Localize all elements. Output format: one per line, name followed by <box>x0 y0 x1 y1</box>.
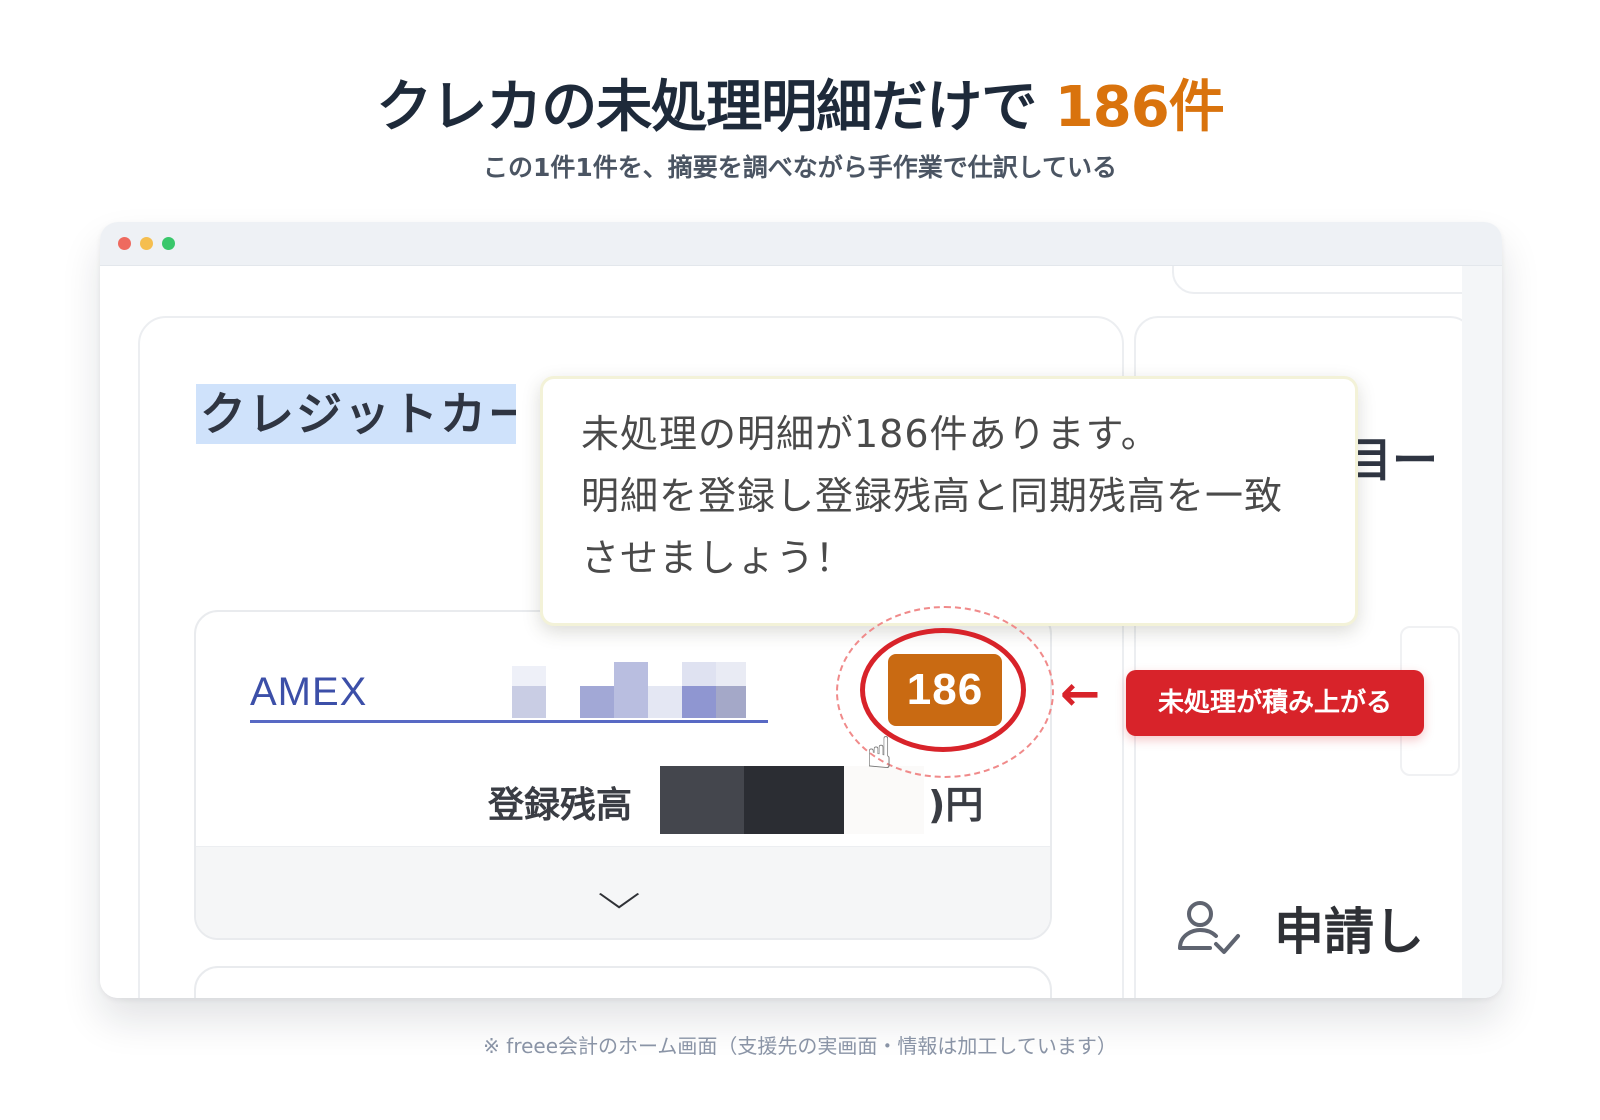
account-name-link[interactable]: AMEX <box>250 670 367 715</box>
right-top-card <box>1172 266 1462 294</box>
annotation-callout: 未処理が積み上がる <box>1126 670 1424 736</box>
window-titlebar <box>100 222 1502 266</box>
balance-mask <box>660 766 744 834</box>
balance-mask <box>744 766 844 834</box>
apply-label[interactable]: 申請し <box>1274 892 1424 964</box>
close-dot-icon <box>118 237 131 250</box>
minimize-dot-icon <box>140 237 153 250</box>
maximize-dot-icon <box>162 237 175 250</box>
account-link-underline <box>250 720 768 723</box>
credit-card-heading: クレジットカー <box>196 384 516 444</box>
tooltip-line: させましょう！ <box>581 536 855 580</box>
app-screenshot: クレジットカー 目ー AMEX 登録残高 )円 ⌵ 未処理の明細が186件ありま… <box>100 266 1462 998</box>
page-subtitle: この1件1件を、摘要を調べながら手作業で仕訳している <box>482 153 1118 182</box>
right-panel-heading: 目ー <box>1346 433 1438 487</box>
balance-label: 登録残高 <box>488 785 633 826</box>
unprocessed-tooltip: 未処理の明細が186件あります。 明細を登録し登録残高と同期残高を一致 させまし… <box>540 376 1358 626</box>
page-title-highlight: 186件 <box>1054 75 1225 140</box>
user-check-icon <box>1178 901 1240 954</box>
currency-label: )円 <box>928 783 984 827</box>
arrow-left-icon: ← <box>1060 666 1101 722</box>
pointer-hand-icon: ☝ <box>866 728 893 779</box>
page-title: クレカの未処理明細だけで 186件 <box>0 62 1600 143</box>
tooltip-line: 明細を登録し登録残高と同期残高を一致 <box>581 474 1284 518</box>
browser-window: クレジットカー 目ー AMEX 登録残高 )円 ⌵ 未処理の明細が186件ありま… <box>100 222 1502 998</box>
next-account-card <box>194 966 1052 998</box>
chevron-down-icon[interactable]: ⌵ <box>598 872 640 918</box>
tooltip-line: 未処理の明細が186件あります。 <box>581 412 1160 456</box>
window-edge <box>1462 266 1502 998</box>
footnote: ※ freee会計のホーム画面（支援先の実画面・情報は加工しています） <box>483 1034 1117 1058</box>
page-title-text: クレカの未処理明細だけで <box>376 75 1037 140</box>
